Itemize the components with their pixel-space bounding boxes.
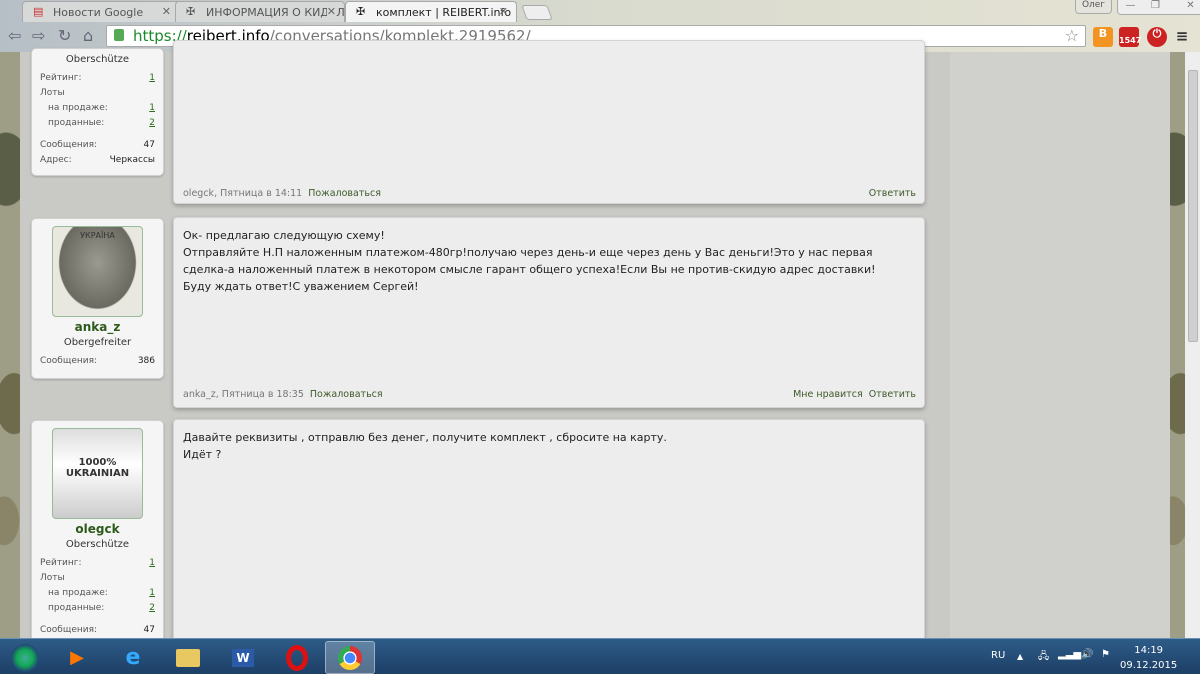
user-card: УКРАЇНА anka_z Obergefreiter Сообщения: 3… xyxy=(31,218,164,379)
minimize-button[interactable]: — xyxy=(1118,0,1143,14)
opera-button[interactable] xyxy=(272,641,322,674)
bookmark-star-icon[interactable]: ☆ xyxy=(1065,26,1079,45)
media-player-button[interactable]: ▶ xyxy=(52,641,102,674)
message-body: Ок- предлагаю следующую схему! Отправляйт… xyxy=(183,229,876,293)
google-news-icon: ▤ xyxy=(33,5,44,18)
report-link[interactable]: Пожаловаться xyxy=(310,389,383,400)
message-body: Давайте реквизиты , отправлю без денег, … xyxy=(183,431,667,461)
close-window-button[interactable]: ✕ xyxy=(1168,0,1200,14)
user-card: 1000% UKRAINIAN olegck Oberschütze Рейти… xyxy=(31,420,164,650)
start-button[interactable] xyxy=(0,641,50,674)
signal-icon[interactable]: ▂▃▅ xyxy=(1058,649,1081,660)
folder-icon xyxy=(176,648,200,667)
on-sale-link[interactable]: 1 xyxy=(149,588,155,598)
word-icon: W xyxy=(232,648,254,667)
gmail-icon[interactable]: 1547 xyxy=(1119,27,1141,47)
rating-link[interactable]: 1 xyxy=(149,73,155,83)
blogger-icon[interactable]: B xyxy=(1093,27,1113,47)
restore-button[interactable]: ❐ xyxy=(1143,0,1168,14)
message: Ок- предлагаю следующую схему! Отправляйт… xyxy=(173,217,925,408)
windows-logo-icon xyxy=(11,643,39,672)
tab-info[interactable]: ✠ ИНФОРМАЦИЯ О КИДАЛАХ ✕ xyxy=(175,1,345,22)
chrome-button[interactable] xyxy=(325,641,375,674)
reply-link[interactable]: Ответить xyxy=(869,188,916,199)
avatar[interactable]: 1000% UKRAINIAN xyxy=(52,428,143,519)
message: Давайте реквизиты , отправлю без денег, … xyxy=(173,419,925,659)
message: olegck, Пятница в 14:11 Пожаловаться Ответ… xyxy=(173,40,925,204)
author-link[interactable]: anka_z xyxy=(183,389,216,400)
forward-icon[interactable]: ⇨ xyxy=(32,26,45,45)
right-gutter xyxy=(950,52,1170,638)
on-sale-link[interactable]: 1 xyxy=(149,103,155,113)
media-player-icon: ▶ xyxy=(70,647,84,668)
background-pattern xyxy=(0,52,20,638)
report-link[interactable]: Пожаловаться xyxy=(308,188,381,199)
word-button[interactable]: W xyxy=(218,641,268,674)
back-icon[interactable]: ⇦ xyxy=(8,26,21,45)
background-pattern xyxy=(1170,52,1185,638)
user-card: Oberschütze Рейтинг: 1 Лоты на продаже: 1 … xyxy=(31,48,164,176)
new-tab-button[interactable] xyxy=(521,5,553,20)
sold-link[interactable]: 2 xyxy=(149,603,155,613)
reload-icon[interactable]: ↻ xyxy=(58,26,71,45)
close-tab-icon[interactable]: ✕ xyxy=(499,5,508,18)
ie-icon: e xyxy=(125,645,141,670)
action-center-flag-icon[interactable]: ⚑ xyxy=(1101,649,1110,660)
clock[interactable]: 14:19 09.12.2015 xyxy=(1120,643,1177,673)
sold-link[interactable]: 2 xyxy=(149,118,155,128)
ie-button[interactable]: e xyxy=(108,641,158,674)
cross-icon: ✠ xyxy=(356,5,366,18)
scrollbar-thumb[interactable] xyxy=(1188,70,1198,342)
close-tab-icon[interactable]: ✕ xyxy=(162,5,171,18)
avatar[interactable]: УКРАЇНА xyxy=(52,226,143,317)
close-tab-icon[interactable]: ✕ xyxy=(326,5,336,18)
network-error-icon[interactable]: 🖧 xyxy=(1038,649,1049,666)
like-link[interactable]: Мне нравится xyxy=(793,389,863,400)
explorer-button[interactable] xyxy=(163,641,213,674)
chrome-icon xyxy=(338,645,362,670)
language-indicator[interactable]: RU xyxy=(991,650,1005,661)
author-link[interactable]: olegck xyxy=(183,188,214,199)
cross-icon: ✠ xyxy=(186,5,196,18)
tab-komplekt[interactable]: ✠ комплект | REIBERT.info ✕ xyxy=(345,1,517,22)
menu-icon[interactable]: ≡ xyxy=(1172,27,1192,47)
adblock-icon[interactable]: ⏻ xyxy=(1147,27,1167,47)
home-icon[interactable]: ⌂ xyxy=(83,26,93,45)
username-link[interactable]: anka_z xyxy=(32,320,163,334)
rating-link[interactable]: 1 xyxy=(149,558,155,568)
username-link[interactable]: olegck xyxy=(32,522,163,536)
lock-icon xyxy=(114,29,124,41)
volume-icon[interactable]: 🔊 xyxy=(1081,649,1093,660)
profile-button[interactable]: Олег xyxy=(1075,0,1112,14)
opera-icon xyxy=(286,644,308,671)
taskbar: ▶ e W RU ▲ 🖧 ▂▃▅ 🔊 ⚑ 14:19 09.12.2015 xyxy=(0,638,1200,674)
show-hidden-icons[interactable]: ▲ xyxy=(1017,652,1023,661)
reply-link[interactable]: Ответить xyxy=(869,389,916,400)
tab-google-news[interactable]: ▤ Новости Google ✕ xyxy=(22,1,180,22)
